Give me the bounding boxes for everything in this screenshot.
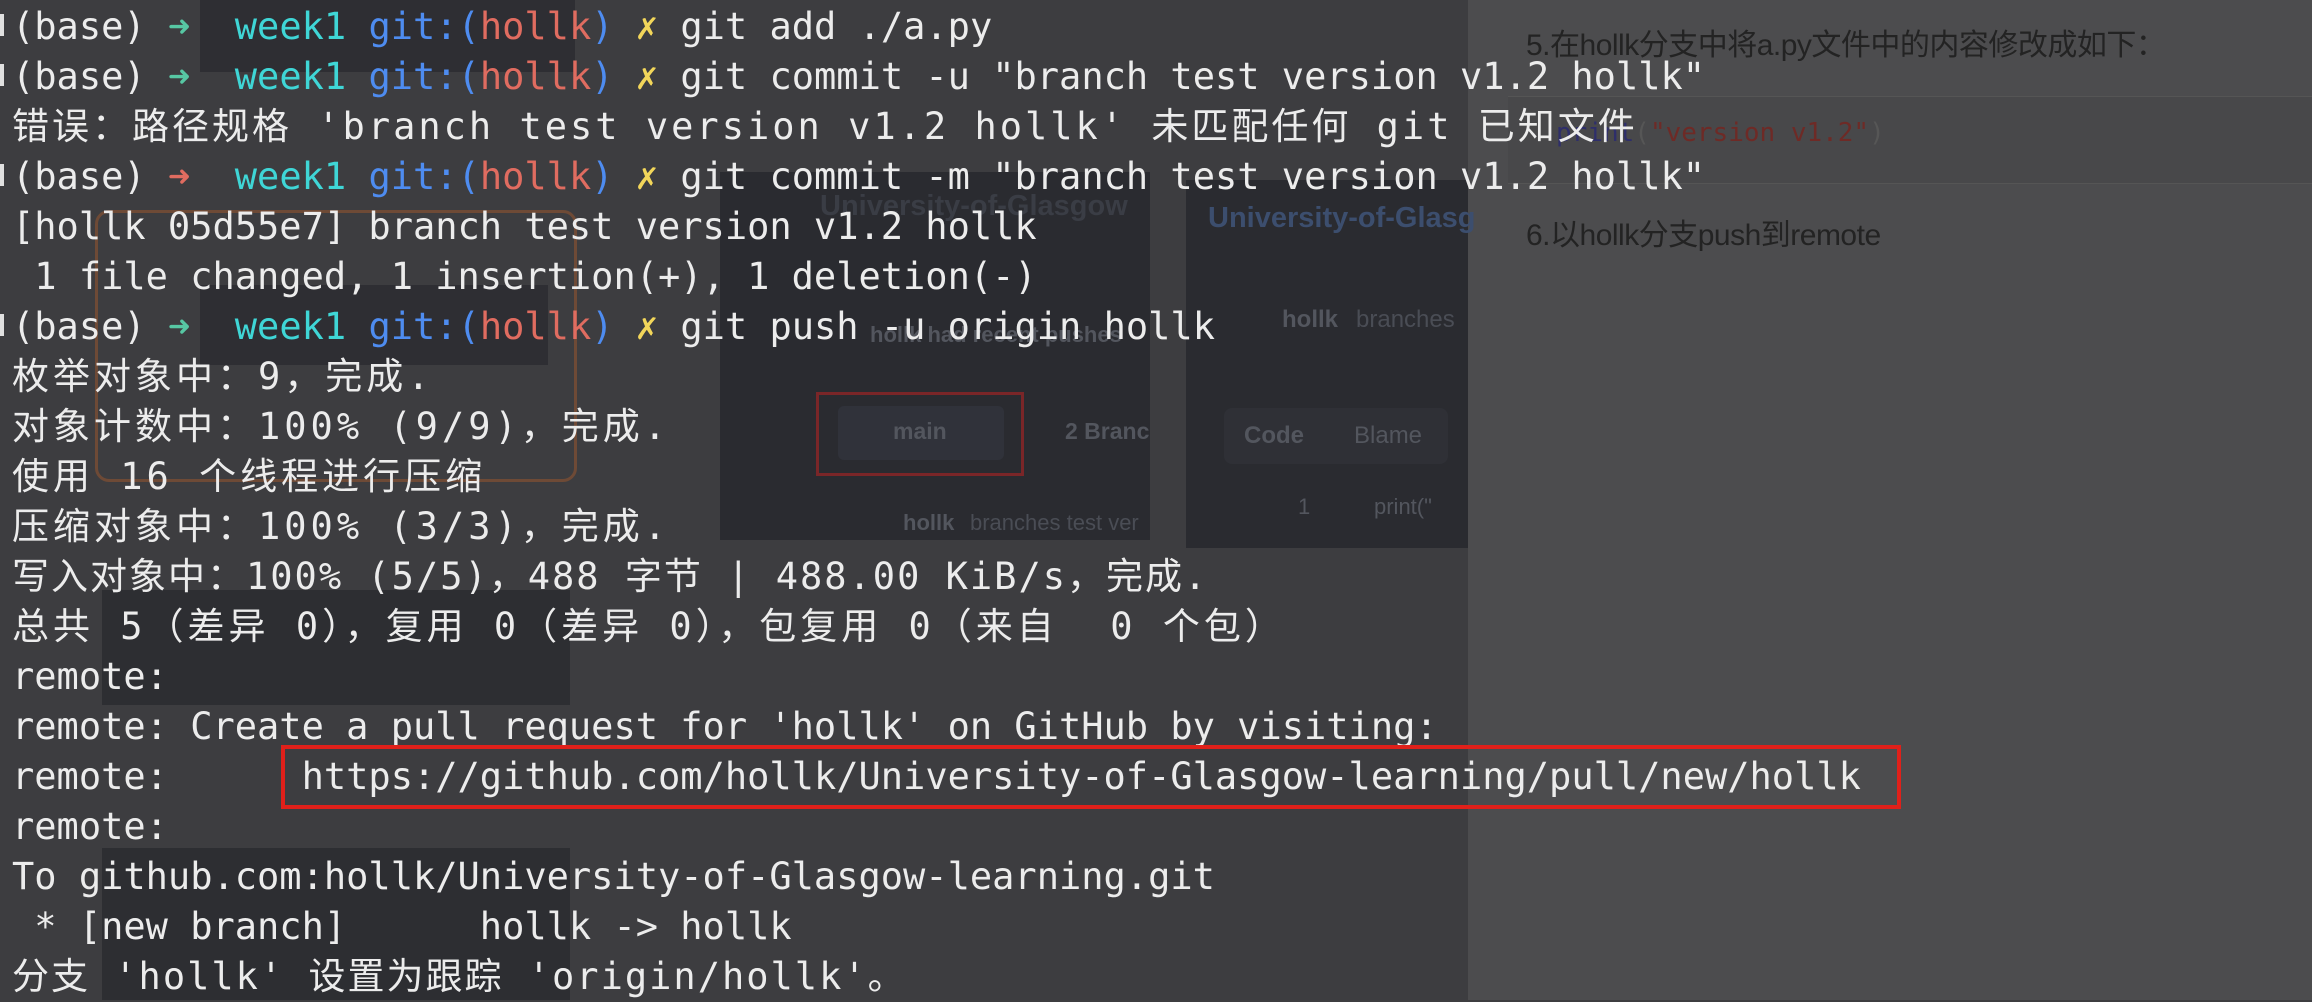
prompt-env: (base) xyxy=(12,155,146,198)
prompt-git-close: ) xyxy=(591,305,614,348)
prompt-arrow: ➜ xyxy=(167,5,191,48)
command-text: git commit -u "branch test version v1.2 … xyxy=(680,55,1706,98)
prompt-dir: week1 xyxy=(234,305,347,348)
prompt-branch: hollk xyxy=(479,55,592,98)
prompt-line-1: (base) ➜ week1 git:(hollk) ✗ git add ./a… xyxy=(12,2,992,52)
prompt-line-4: (base) ➜ week1 git:(hollk) ✗ git push -u… xyxy=(12,302,1215,352)
terminal-window[interactable]: (base) ➜ week1 git:(hollk) ✗ git add ./a… xyxy=(0,0,1901,1000)
prompt-arrow: ➜ xyxy=(167,305,191,348)
prompt-dirty: ✗ xyxy=(635,305,659,348)
prompt-branch: hollk xyxy=(479,155,592,198)
prompt-env: (base) xyxy=(12,55,146,98)
code-string: "version v1.2" xyxy=(1649,118,1870,148)
remote-blank-line: remote: xyxy=(12,655,168,698)
prompt-git: git:( xyxy=(368,5,480,48)
prompt-dirty: ✗ xyxy=(635,5,659,48)
command-text: git commit -m "branch test version v1.2 … xyxy=(680,155,1706,198)
prompt-arrow: ➜ xyxy=(167,155,191,198)
count-line: 对象计数中：100% (9/9)，完成. xyxy=(12,405,671,448)
command-text: git add ./a.py xyxy=(680,5,993,48)
prompt-dirty: ✗ xyxy=(635,155,659,198)
caret-mark xyxy=(0,164,4,186)
remote-blank-line-2: remote: xyxy=(12,805,168,848)
prompt-dirty: ✗ xyxy=(635,55,659,98)
prompt-git: git:( xyxy=(368,305,480,348)
commit-result-line: [hollk 05d55e7] branch test version v1.2… xyxy=(12,205,1037,248)
write-line: 写入对象中：100% (5/5)，488 字节 | 488.00 KiB/s，完… xyxy=(12,555,1209,598)
prompt-git-close: ) xyxy=(591,5,614,48)
prompt-git: git:( xyxy=(368,55,480,98)
caret-mark xyxy=(0,14,4,36)
prompt-branch: hollk xyxy=(479,5,592,48)
prompt-arrow: ➜ xyxy=(167,55,191,98)
blog-step-6: 6.以hollk分支push到remote xyxy=(1526,219,1881,252)
threads-line: 使用 16 个线程进行压缩 xyxy=(12,455,487,498)
prompt-env: (base) xyxy=(12,305,146,348)
prompt-branch: hollk xyxy=(479,305,592,348)
enum-line: 枚举对象中：9，完成. xyxy=(12,355,434,398)
prompt-git-close: ) xyxy=(591,55,614,98)
prompt-dir: week1 xyxy=(234,155,347,198)
remote-prefix: remote: xyxy=(12,755,302,798)
caret-mark xyxy=(0,64,4,86)
total-line: 总共 5（差异 0），复用 0（差异 0），包复用 0（来自 0 个包） xyxy=(12,605,1286,648)
compress-line: 压缩对象中：100% (3/3)，完成. xyxy=(12,505,671,548)
url-highlight-box xyxy=(281,745,1901,809)
prompt-dir: week1 xyxy=(234,55,347,98)
prompt-dir: week1 xyxy=(234,5,347,48)
prompt-line-2: (base) ➜ week1 git:(hollk) ✗ git commit … xyxy=(12,52,1705,102)
command-text: git push -u origin hollk xyxy=(680,305,1215,348)
prompt-git: git:( xyxy=(368,155,480,198)
code-close-paren: ) xyxy=(1869,118,1885,148)
prompt-line-3: (base) ➜ week1 git:(hollk) ✗ git commit … xyxy=(12,152,1705,202)
push-target-line: To github.com:hollk/University-of-Glasgo… xyxy=(12,855,1215,898)
prompt-env: (base) xyxy=(12,5,146,48)
error-line: 错误：路径规格 'branch test version v1.2 hollk'… xyxy=(12,105,1638,148)
new-branch-line: * [new branch] hollk -> hollk xyxy=(12,905,792,948)
changed-line: 1 file changed, 1 insertion(+), 1 deleti… xyxy=(12,255,1037,298)
prompt-git-close: ) xyxy=(591,155,614,198)
tracking-line: 分支 'hollk' 设置为跟踪 'origin/hollk'。 xyxy=(12,955,907,998)
caret-mark xyxy=(0,314,4,336)
